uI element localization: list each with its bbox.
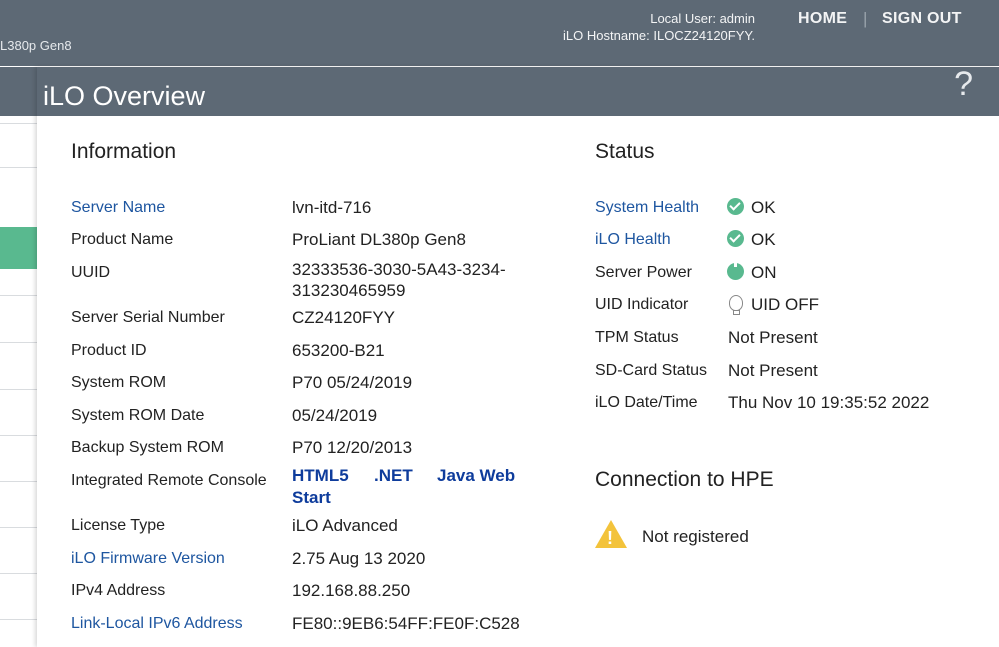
system-health-value: OK [751, 198, 776, 217]
net-console-link[interactable]: .NET [374, 466, 413, 486]
ilo-datetime-label: iLO Date/Time [595, 394, 698, 411]
page-title: iLO Overview [43, 81, 206, 111]
license-type-label: License Type [71, 517, 165, 534]
sidebar-divider [0, 389, 37, 390]
sidebar-divider [0, 527, 37, 528]
bulb-icon [729, 295, 743, 315]
ok-check-icon [727, 198, 744, 215]
server-name-value: lvn-itd-716 [292, 198, 372, 217]
system-rom-date-value: 05/24/2019 [292, 406, 378, 425]
information-title: Information [71, 140, 177, 163]
ilo-hostname: iLO Hostname: ILOCZ24120FYY. [563, 28, 755, 43]
sidebar-divider [0, 619, 37, 620]
ilo-datetime-value: Thu Nov 10 19:35:52 2022 [728, 393, 930, 412]
status-title: Status [595, 140, 655, 163]
ipv4-address-label: IPv4 Address [71, 582, 166, 599]
panel-header: iLO Overview ? [37, 65, 999, 116]
product-model: L380p Gen8 [0, 38, 72, 53]
product-id-label: Product ID [71, 342, 147, 359]
html5-console-link[interactable]: HTML5 [292, 466, 349, 486]
nav-separator: | [863, 9, 868, 28]
backup-rom-value: P70 12/20/2013 [292, 438, 413, 457]
firmware-version-label[interactable]: iLO Firmware Version [71, 548, 225, 569]
serial-number-value: CZ24120FYY [292, 308, 395, 327]
ilo-health-label[interactable]: iLO Health [595, 229, 671, 250]
remote-console-label: Integrated Remote Console [71, 472, 267, 489]
sidebar-divider [0, 167, 37, 168]
tpm-status-label: TPM Status [595, 329, 679, 346]
java-web-start-link[interactable]: Java Web [437, 466, 515, 486]
ipv4-address-value: 192.168.88.250 [292, 581, 411, 600]
uuid-value-continued: 313230465959 [292, 281, 406, 300]
uid-indicator-label: UID Indicator [595, 296, 689, 313]
sidebar-divider [0, 481, 37, 482]
uid-indicator-value: UID OFF [751, 295, 819, 314]
ok-check-icon [727, 230, 744, 247]
serial-number-label: Server Serial Number [71, 309, 225, 326]
backup-rom-label: Backup System ROM [71, 439, 224, 456]
sidebar-divider [0, 435, 37, 436]
sidebar [0, 67, 37, 647]
license-type-value: iLO Advanced [292, 516, 398, 535]
connection-status: Not registered [642, 527, 749, 546]
connection-title: Connection to HPE [595, 468, 774, 491]
system-health-label[interactable]: System Health [595, 197, 699, 218]
home-link[interactable]: HOME [798, 10, 847, 28]
product-name-value: ProLiant DL380p Gen8 [292, 230, 466, 249]
sidebar-item-active[interactable] [0, 227, 37, 269]
sidebar-divider [0, 573, 37, 574]
power-icon [727, 260, 744, 280]
firmware-version-value: 2.75 Aug 13 2020 [292, 549, 426, 568]
server-name-label[interactable]: Server Name [71, 197, 165, 218]
product-name-label: Product Name [71, 231, 174, 248]
sidebar-divider [0, 342, 37, 343]
user-info: Local User: admin iLO Hostname: ILOCZ241… [563, 10, 755, 44]
ipv6-address-label[interactable]: Link-Local IPv6 Address [71, 613, 243, 634]
product-id-value: 653200-B21 [292, 341, 385, 360]
ipv6-address-value: FE80::9EB6:54FF:FE0F:C528 [292, 614, 520, 633]
top-bar: L380p Gen8 Local User: admin iLO Hostnam… [0, 0, 999, 66]
local-user: Local User: admin [650, 11, 755, 26]
server-power-label: Server Power [595, 264, 692, 281]
warning-exclamation-icon: ! [607, 528, 613, 548]
system-rom-value: P70 05/24/2019 [292, 373, 413, 392]
sidebar-divider [0, 295, 37, 296]
uuid-value: 32333536-3030-5A43-3234- [292, 260, 506, 279]
sidebar-header [0, 67, 37, 116]
sidebar-divider [0, 123, 37, 124]
system-rom-label: System ROM [71, 374, 167, 391]
ilo-health-value: OK [751, 230, 776, 249]
ilo-overview-panel: iLO Overview ? Information Server Name l… [37, 65, 999, 647]
java-web-start-link-continued[interactable]: Start [292, 488, 331, 508]
tpm-status-value: Not Present [728, 328, 818, 347]
sd-card-status-value: Not Present [728, 361, 818, 380]
help-icon[interactable]: ? [954, 65, 973, 104]
server-power-value: ON [751, 263, 777, 282]
system-rom-date-label: System ROM Date [71, 407, 205, 424]
sign-out-link[interactable]: SIGN OUT [882, 10, 962, 28]
uuid-label: UUID [71, 264, 111, 281]
sd-card-status-label: SD-Card Status [595, 362, 708, 379]
